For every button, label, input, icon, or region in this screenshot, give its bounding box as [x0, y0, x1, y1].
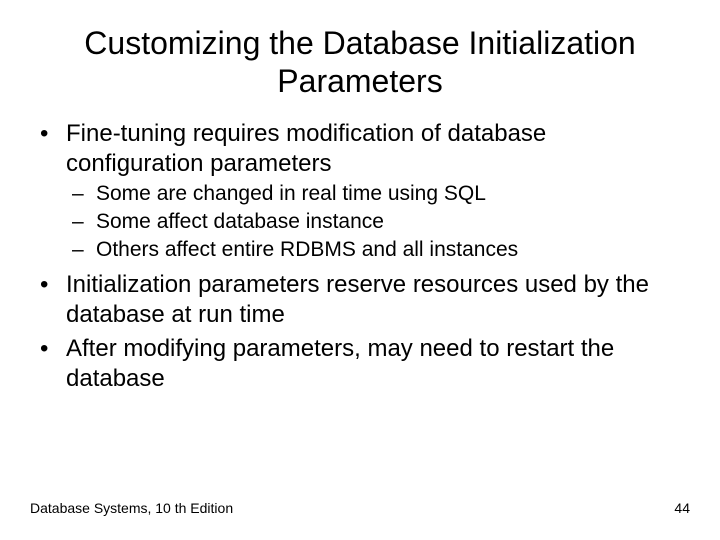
- bullet-text: After modifying parameters, may need to …: [66, 335, 614, 392]
- sub-bullet-text: Others affect entire RDBMS and all insta…: [96, 238, 518, 261]
- list-item: Others affect entire RDBMS and all insta…: [66, 237, 690, 263]
- list-item: Some affect database instance: [66, 209, 690, 235]
- list-item: Some are changed in real time using SQL: [66, 181, 690, 207]
- list-item: After modifying parameters, may need to …: [30, 334, 690, 394]
- bullet-text: Initialization parameters reserve resour…: [66, 271, 649, 328]
- list-item: Fine-tuning requires modification of dat…: [30, 119, 690, 264]
- sub-bullet-text: Some affect database instance: [96, 210, 384, 233]
- slide: Customizing the Database Initialization …: [0, 0, 720, 540]
- slide-content: Fine-tuning requires modification of dat…: [0, 111, 720, 394]
- list-item: Initialization parameters reserve resour…: [30, 270, 690, 330]
- slide-footer: Database Systems, 10 th Edition 44: [0, 500, 720, 516]
- footer-left: Database Systems, 10 th Edition: [30, 500, 233, 516]
- slide-number: 44: [674, 500, 690, 516]
- sub-bullet-text: Some are changed in real time using SQL: [96, 182, 486, 205]
- slide-title: Customizing the Database Initialization …: [0, 0, 720, 111]
- sub-bullet-list: Some are changed in real time using SQL …: [66, 181, 690, 264]
- bullet-text: Fine-tuning requires modification of dat…: [66, 120, 546, 177]
- bullet-list: Fine-tuning requires modification of dat…: [30, 119, 690, 394]
